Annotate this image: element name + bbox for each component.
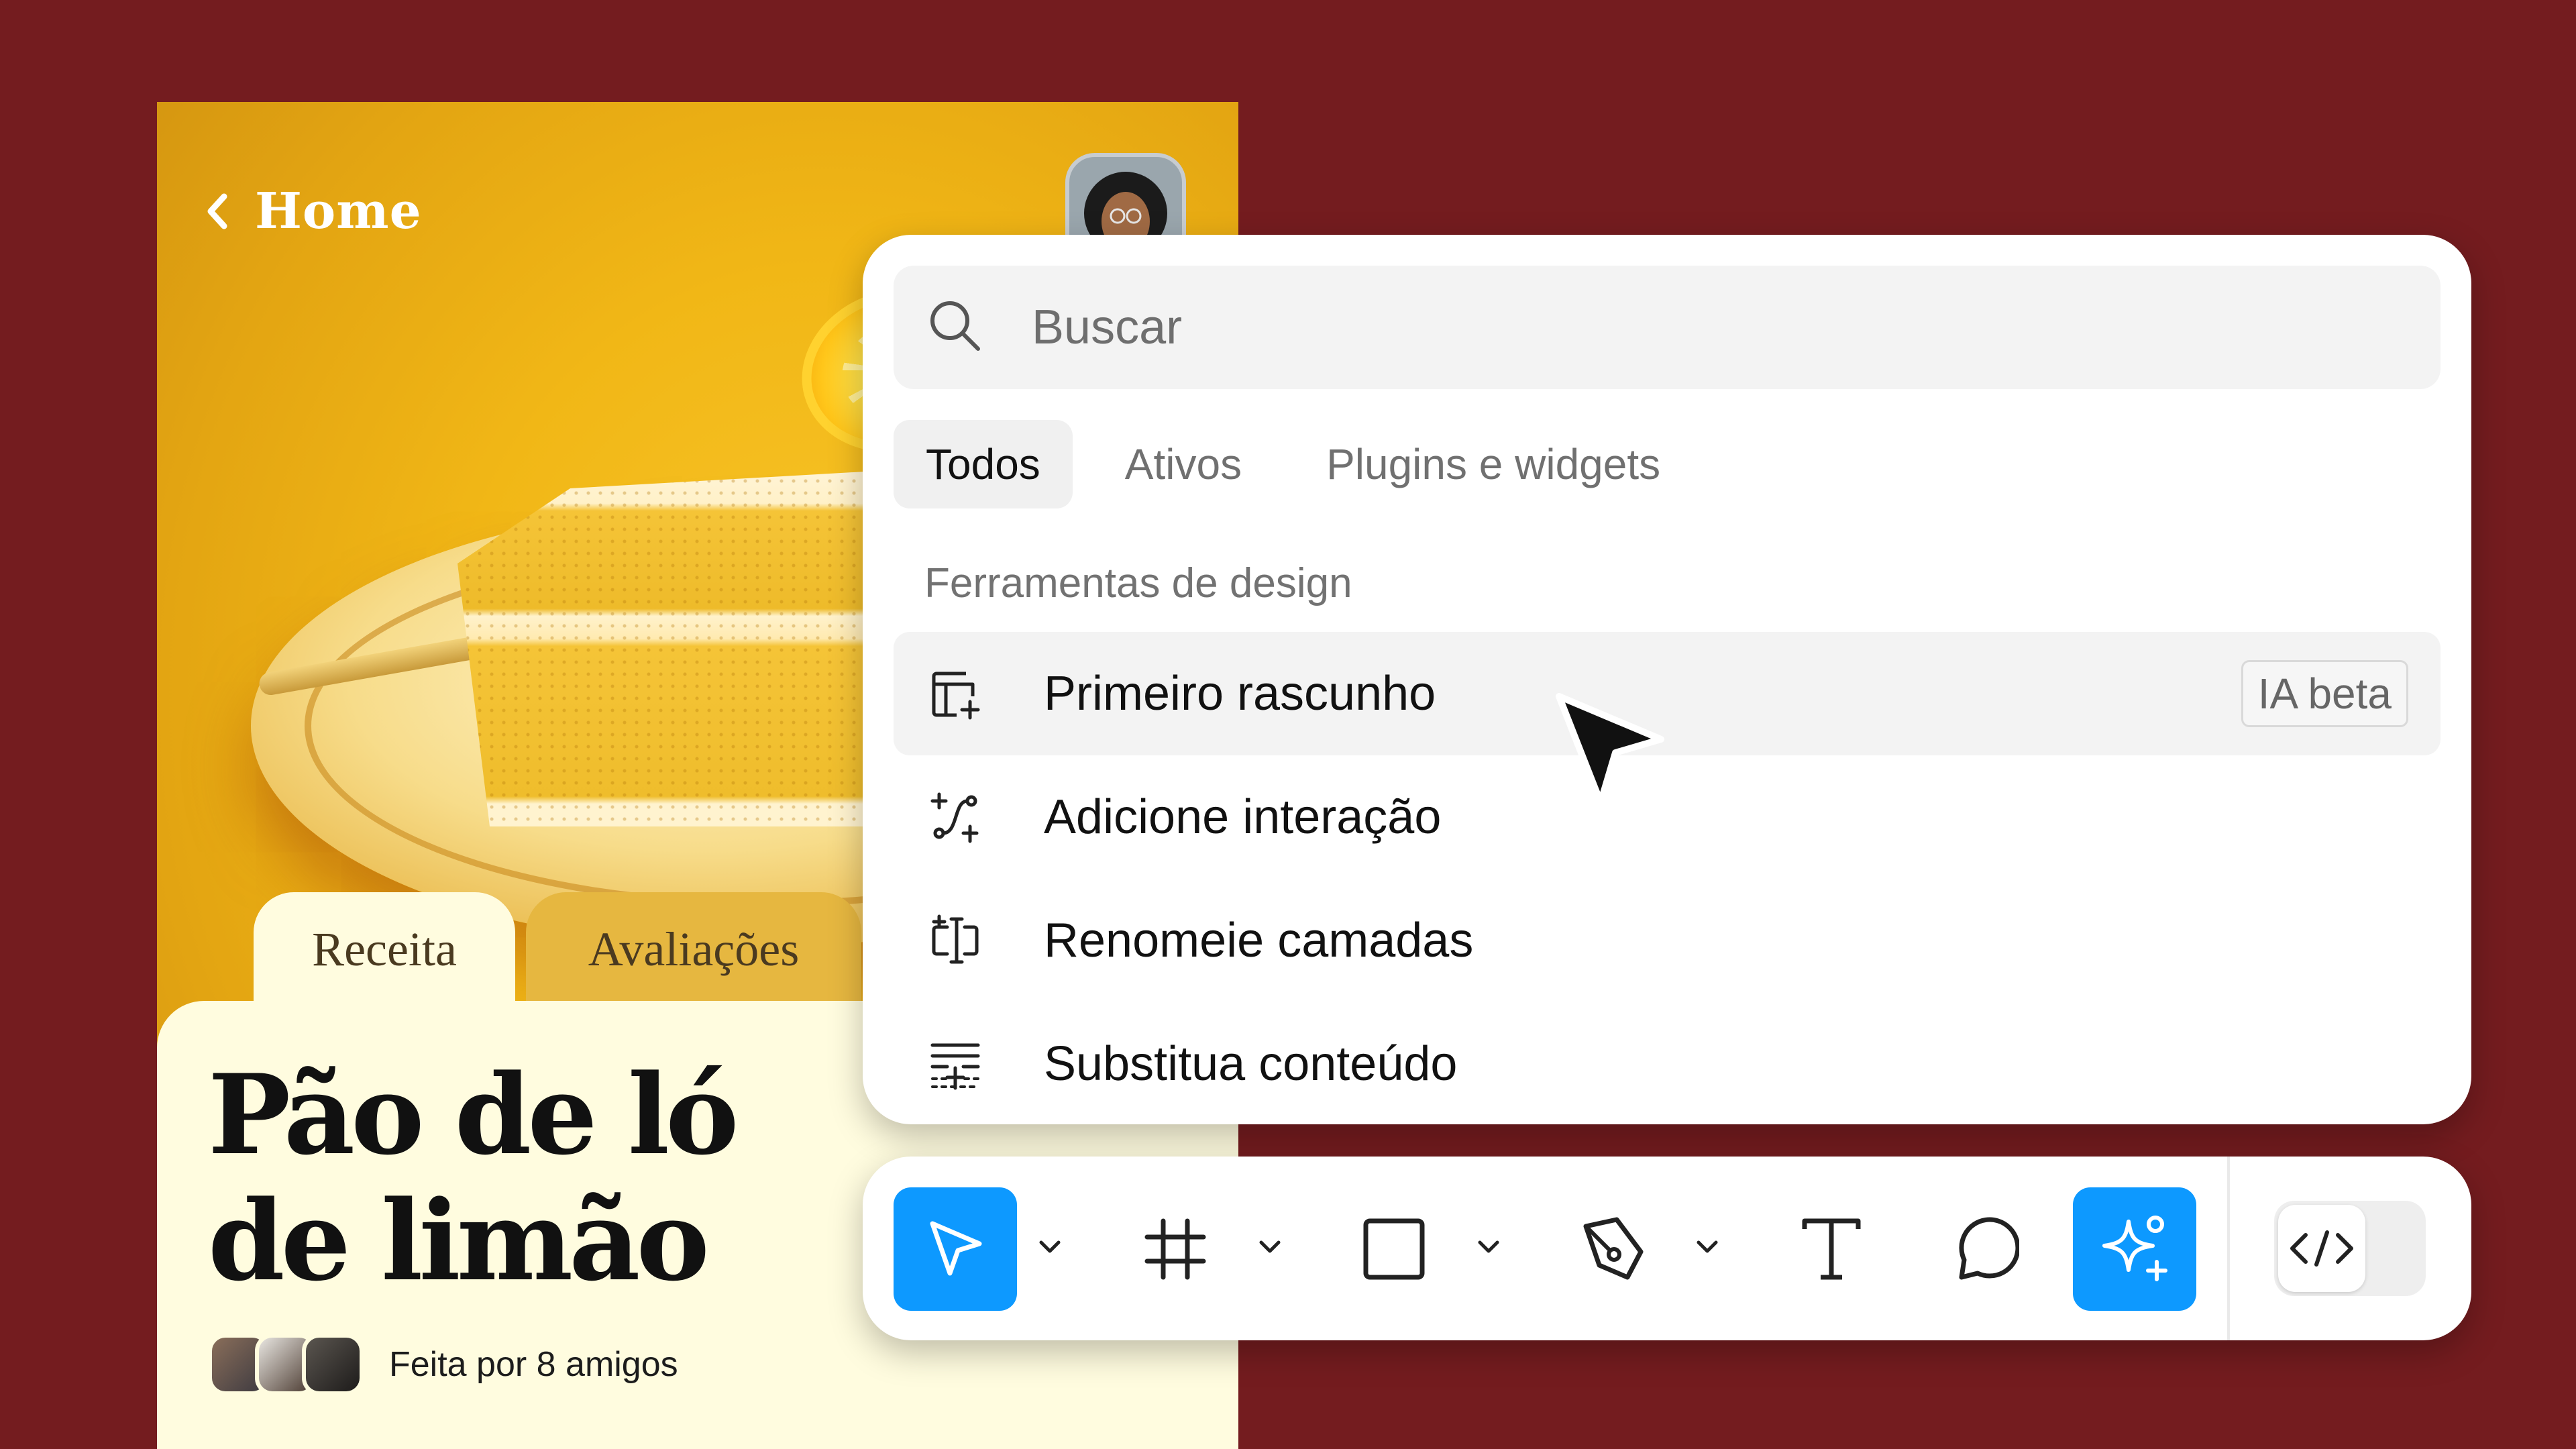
shape-tool-button[interactable] <box>1332 1187 1456 1311</box>
tab-receita[interactable]: Receita <box>254 892 515 1006</box>
frame-hash-icon <box>1144 1218 1206 1280</box>
menu-item-label: Primeiro rascunho <box>1044 667 1436 720</box>
text-tool-button[interactable] <box>1770 1187 1893 1311</box>
pen-tool-button[interactable] <box>1551 1187 1674 1311</box>
chevron-left-icon <box>204 191 231 231</box>
move-tool-chevron-down-icon[interactable] <box>1033 1230 1067 1264</box>
section-title: Ferramentas de design <box>924 560 1352 606</box>
ai-tool-button[interactable] <box>2073 1187 2196 1311</box>
pen-nib-icon <box>1583 1217 1644 1280</box>
search-icon <box>927 298 983 358</box>
palette-tabs: Todos Ativos Plugins e widgets <box>894 420 1713 508</box>
actions-palette: Todos Ativos Plugins e widgets Ferrament… <box>863 235 2471 1124</box>
design-toolbar <box>863 1157 2471 1340</box>
menu-item-substitua-conteudo[interactable]: Substitua conteúdo <box>894 1002 2440 1126</box>
move-tool-button[interactable] <box>894 1187 1017 1311</box>
back-label: Home <box>255 182 422 240</box>
tab-todos[interactable]: Todos <box>894 420 1073 508</box>
friend-avatar <box>302 1334 364 1395</box>
menu-item-label: Adicione interação <box>1044 790 1442 844</box>
comment-tool-button[interactable] <box>1924 1187 2047 1311</box>
replace-content-icon <box>927 1036 983 1092</box>
friends-label: Feita por 8 amigos <box>389 1345 678 1384</box>
tab-plugins-widgets[interactable]: Plugins e widgets <box>1294 420 1693 508</box>
ia-beta-badge: IA beta <box>2241 660 2408 727</box>
code-brackets-icon <box>2290 1230 2353 1267</box>
cursor-arrow-icon <box>930 1221 982 1276</box>
mouse-pointer-icon <box>1554 691 1674 815</box>
back-nav[interactable]: Home <box>204 182 422 240</box>
search-bar[interactable] <box>894 266 2440 389</box>
tab-avaliacoes[interactable]: Avaliações <box>526 892 861 1006</box>
dev-mode-toggle[interactable] <box>2274 1201 2426 1296</box>
recipe-tabs: Receita Avaliações <box>254 892 861 1006</box>
comment-bubble-icon <box>1959 1217 2019 1280</box>
rename-layers-icon <box>927 912 983 969</box>
rectangle-icon <box>1363 1218 1425 1280</box>
interaction-sparkle-icon <box>927 789 983 845</box>
toggle-knob <box>2278 1205 2365 1292</box>
pen-tool-chevron-down-icon[interactable] <box>1690 1230 1724 1264</box>
friends-row[interactable]: Feita por 8 amigos <box>208 1334 678 1395</box>
shape-tool-chevron-down-icon[interactable] <box>1472 1230 1505 1264</box>
toolbar-divider <box>2227 1157 2230 1340</box>
layout-sparkle-icon <box>927 665 983 722</box>
menu-item-renomeie-camadas[interactable]: Renomeie camadas <box>894 879 2440 1002</box>
text-t-icon <box>1802 1218 1861 1280</box>
search-input[interactable] <box>1030 299 2308 356</box>
frame-tool-button[interactable] <box>1114 1187 1237 1311</box>
recipe-title: Pão de ló de limão <box>208 1050 739 1305</box>
tab-ativos[interactable]: Ativos <box>1093 420 1274 508</box>
sparkle-plus-icon <box>2102 1216 2167 1281</box>
frame-tool-chevron-down-icon[interactable] <box>1253 1230 1287 1264</box>
menu-item-label: Renomeie camadas <box>1044 914 1474 967</box>
menu-item-label: Substitua conteúdo <box>1044 1037 1458 1091</box>
